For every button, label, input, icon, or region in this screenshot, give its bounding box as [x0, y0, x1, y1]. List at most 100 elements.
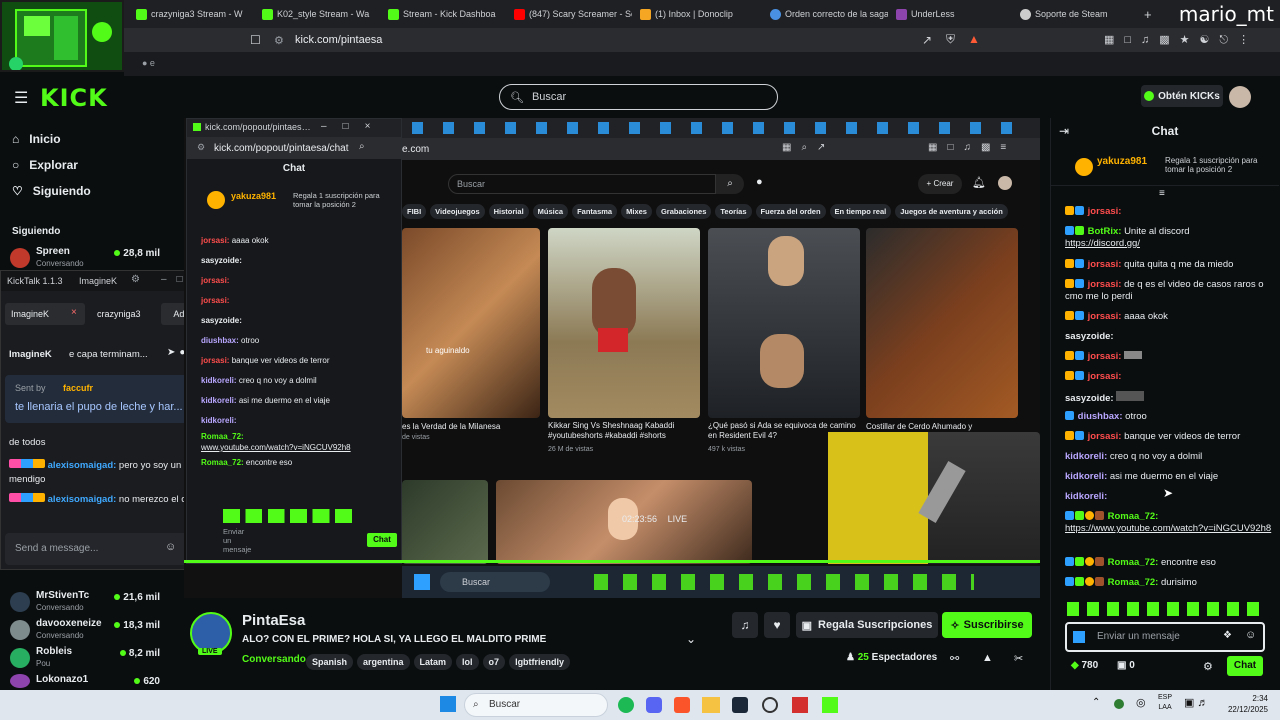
- extensions-icons[interactable]: ▦□♫▩≡: [928, 142, 1016, 153]
- window-controls[interactable]: –□×: [321, 121, 386, 132]
- folder-icon[interactable]: [702, 697, 720, 713]
- streamer-name[interactable]: PintaEsa: [242, 612, 305, 629]
- language-indicator[interactable]: ESP LAA: [1158, 693, 1172, 713]
- gift-count[interactable]: ▣ 0: [1117, 660, 1135, 671]
- site-settings-icon[interactable]: ⚙: [274, 34, 284, 47]
- emoji-icon[interactable]: ☺: [1245, 629, 1256, 641]
- browser-actions[interactable]: ▦⌕↗: [782, 142, 835, 153]
- video-thumbnail[interactable]: [402, 480, 488, 564]
- gear-icon[interactable]: ⚙: [131, 274, 140, 285]
- spotify-icon[interactable]: [618, 697, 634, 713]
- popout-chat-button[interactable]: Chat: [367, 533, 397, 547]
- steam-icon[interactable]: [732, 697, 748, 713]
- send-chat-button[interactable]: Chat: [1227, 656, 1263, 676]
- taskbar-search[interactable]: ⌕ Buscar: [464, 693, 608, 717]
- bookmark-item[interactable]: ● e: [142, 58, 155, 68]
- emote-row[interactable]: [223, 509, 363, 523]
- chat-message: jorsasi: banque ver videos de terror: [1065, 431, 1277, 443]
- following-item[interactable]: davooxeneize Conversando 18,3 mil: [10, 616, 160, 644]
- heart-icon[interactable]: ♥: [764, 612, 790, 638]
- brave-rewards-icon[interactable]: ▲: [968, 32, 980, 46]
- mic-icon[interactable]: ●: [756, 176, 763, 188]
- menu-icon[interactable]: ☰: [14, 88, 28, 108]
- chat-message: Romaa_72: encontre eso: [1065, 557, 1277, 569]
- clock[interactable]: 2:34 22/12/2025: [1222, 693, 1268, 715]
- chevron-down-icon[interactable]: ⌄: [686, 632, 696, 646]
- nav-home[interactable]: ⌂ Inicio: [12, 132, 61, 146]
- chat-message-input[interactable]: Enviar un mensaje ❖ ☺: [1065, 622, 1265, 652]
- windows-start-icon[interactable]: [414, 574, 430, 590]
- discord-icon[interactable]: [646, 697, 662, 713]
- video-thumbnail[interactable]: [708, 228, 860, 418]
- browser-tab[interactable]: Soporte de Steam: [1020, 4, 1138, 24]
- following-item[interactable]: Robleis Pou 8,2 mil: [10, 644, 160, 672]
- notifications-icon[interactable]: 🔔︎: [972, 176, 986, 189]
- taskbar-app-icons[interactable]: [594, 574, 974, 590]
- share-icon[interactable]: ⚯: [950, 652, 959, 665]
- kicktalk-tab[interactable]: ImagineK ×: [5, 303, 85, 325]
- following-item[interactable]: Spreen Conversando 28,8 mil: [10, 244, 160, 272]
- donoclip-favicon-icon: [640, 8, 651, 20]
- browser-tab[interactable]: UnderLess: [896, 4, 1014, 24]
- browser-tab[interactable]: (847) Scary Screamer - Sc: [514, 4, 632, 24]
- bell-icon[interactable]: ♫: [732, 612, 758, 638]
- brave-icon[interactable]: [674, 697, 690, 713]
- close-icon[interactable]: ×: [71, 307, 77, 318]
- url-field[interactable]: kick.com/pintaesa: [295, 34, 382, 46]
- taskbar-search[interactable]: Buscar: [440, 572, 550, 592]
- pinned-gift-banner[interactable]: yakuza981 Regala 1 suscripción para toma…: [1051, 148, 1279, 186]
- nav-explore[interactable]: ○ Explorar: [12, 158, 78, 172]
- browser-tab[interactable]: Stream - Kick Dashboa: [388, 4, 506, 24]
- popout-message-list: jorsasi: aaaa okok sasyzoide: jorsasi: j…: [201, 231, 397, 473]
- create-button[interactable]: + Crear: [918, 174, 962, 194]
- obs-icon[interactable]: [762, 697, 778, 713]
- video-thumbnail[interactable]: [866, 228, 1018, 418]
- search-icon[interactable]: ⌕: [359, 141, 365, 152]
- following-item[interactable]: MrStivenTc Conversando 21,6 mil: [10, 588, 160, 616]
- clip-icon[interactable]: ✂: [1014, 652, 1023, 665]
- popout-message: diushbax: otroo: [201, 336, 260, 345]
- browser-tab[interactable]: Orden correcto de la saga: [770, 4, 888, 24]
- mic-icon[interactable]: ◎: [1136, 696, 1146, 709]
- video-thumbnail[interactable]: [548, 228, 700, 418]
- extensions-icons[interactable]: ▦□♫▩★☯⎋⋮: [1104, 33, 1259, 47]
- avatar[interactable]: [1229, 86, 1251, 108]
- gift-subs-button[interactable]: ▣ Regala Suscripciones: [796, 612, 938, 638]
- emote-picker-icon[interactable]: ❖: [1223, 630, 1232, 641]
- gear-icon[interactable]: ⚙: [1203, 660, 1213, 673]
- subscribe-button[interactable]: ✧ Suscribirse: [942, 612, 1032, 638]
- video-thumbnail[interactable]: tu aguinaldo: [402, 228, 540, 418]
- get-kicks-button[interactable]: Obtén KICKs: [1141, 85, 1223, 107]
- tray-icon[interactable]: [1114, 699, 1124, 709]
- expand-icon[interactable]: ≡: [1159, 188, 1165, 199]
- bookmark-icon[interactable]: ☐: [250, 33, 261, 47]
- nav-following[interactable]: ♡ Siguiendo: [12, 184, 91, 198]
- share-icon[interactable]: ↗: [922, 33, 932, 47]
- video-progress-bar[interactable]: [184, 560, 1040, 563]
- new-tab-button[interactable]: +: [1144, 4, 1158, 24]
- browser-tab[interactable]: crazyniga3 Stream - W: [136, 4, 254, 24]
- kicktalk-tab[interactable]: crazyniga3: [91, 303, 155, 325]
- avatar[interactable]: [998, 176, 1012, 190]
- chevron-up-icon[interactable]: ⌃: [1092, 697, 1100, 708]
- following-item[interactable]: Lokonazo1 620: [10, 672, 160, 690]
- shield-icon[interactable]: ⛨: [946, 32, 955, 47]
- windows-start-icon[interactable]: [440, 696, 456, 712]
- kick-favicon-icon: [388, 8, 399, 20]
- yt-search-input[interactable]: Buscar: [448, 174, 716, 194]
- browser-tab[interactable]: (1) Inbox | Donoclip: [640, 4, 758, 24]
- kick-points[interactable]: ◆ 780: [1071, 660, 1098, 671]
- emote-icon[interactable]: ☺: [165, 541, 176, 553]
- youtube-window: e.com ▦⌕↗ ▦□♫▩≡ Buscar ⌕ ● + Crear 🔔︎ FI…: [402, 118, 1040, 564]
- kick-logo[interactable]: KICK: [40, 84, 108, 112]
- network-volume-icons[interactable]: ▣♬: [1184, 696, 1211, 709]
- kick-icon[interactable]: [822, 697, 838, 713]
- stream-category[interactable]: Conversando: [242, 654, 306, 665]
- report-icon[interactable]: ▲: [982, 652, 993, 664]
- search-icon[interactable]: ⌕: [716, 174, 744, 194]
- site-settings-icon[interactable]: ⚙: [197, 142, 205, 153]
- app-icon[interactable]: [792, 697, 808, 713]
- browser-tab[interactable]: K02_style Stream - Wa: [262, 4, 380, 24]
- search-input[interactable]: 🔍︎ Buscar: [499, 84, 778, 110]
- emote-bar[interactable]: [1067, 602, 1267, 616]
